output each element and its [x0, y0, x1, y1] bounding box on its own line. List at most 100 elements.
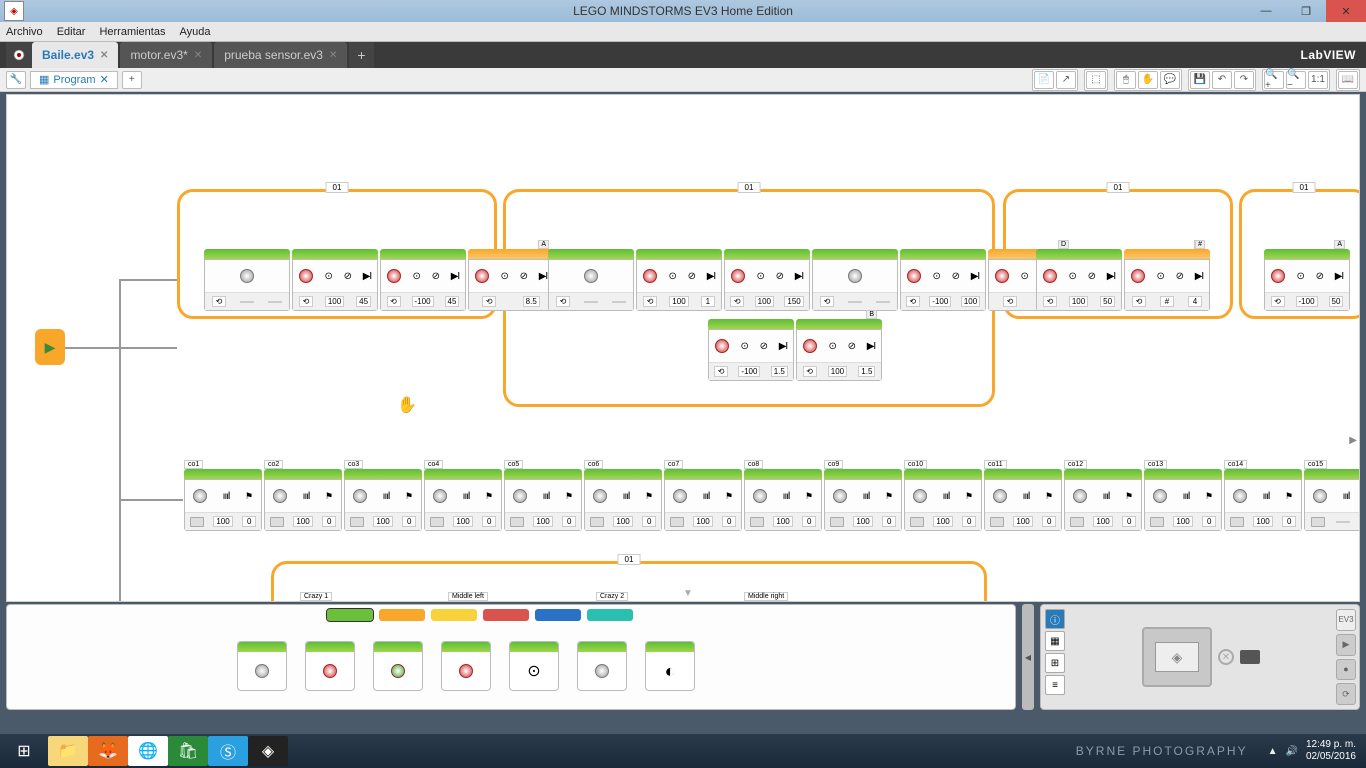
value[interactable] [1336, 521, 1350, 523]
folder-icon[interactable] [190, 517, 204, 527]
value[interactable]: # [1160, 296, 1174, 307]
value[interactable]: 45 [356, 296, 371, 307]
mode-icon[interactable]: ⟲ [906, 296, 920, 307]
value[interactable]: 100 [853, 516, 872, 527]
mode-icon[interactable]: ⟲ [643, 296, 657, 307]
start-block[interactable] [35, 329, 65, 365]
value[interactable]: 0 [1282, 516, 1296, 527]
add-project-tab[interactable]: + [349, 42, 373, 68]
port-label[interactable]: A [538, 240, 549, 249]
program-block[interactable]: ⟲ [812, 249, 898, 311]
program-block[interactable]: co11ıııl⚑1000 [984, 469, 1062, 531]
properties-button[interactable]: 🔧 [6, 71, 26, 89]
brick-tab[interactable]: ⊞ [1045, 653, 1065, 673]
value[interactable]: 45 [445, 296, 460, 307]
tab-close-icon[interactable]: ✕ [100, 50, 108, 61]
value[interactable]: 0 [1042, 516, 1056, 527]
value[interactable]: 100 [1253, 516, 1272, 527]
run-button[interactable]: ▶ [1336, 634, 1356, 656]
folder-icon[interactable] [350, 517, 364, 527]
toolbar-button[interactable]: ↗ [1056, 71, 1076, 89]
tab-close-icon[interactable]: ✕ [329, 50, 337, 61]
program-block[interactable]: co15ıııl⚑ [1304, 469, 1360, 531]
program-block[interactable]: Middle left▦✎xy [448, 601, 520, 602]
folder-icon[interactable] [1311, 517, 1325, 527]
start-button[interactable]: ⊞ [4, 736, 44, 766]
program-block[interactable]: ▦✎0.1 [818, 601, 890, 602]
palette-block[interactable] [441, 641, 491, 691]
value[interactable]: 100 [613, 516, 632, 527]
tab-close-icon[interactable]: ✕ [194, 50, 202, 61]
value[interactable] [240, 301, 254, 303]
program-tab[interactable]: ▦ Program ✕ [30, 71, 118, 89]
value[interactable]: 100 [961, 296, 980, 307]
program-block[interactable]: co6ıııl⚑1000 [584, 469, 662, 531]
value[interactable]: 100 [1069, 296, 1088, 307]
palette-block[interactable] [373, 641, 423, 691]
toolbar-button[interactable]: 🔍− [1286, 71, 1306, 89]
value[interactable] [268, 301, 282, 303]
program-block[interactable]: B⊙⊘▶I⟲-1001.5 [708, 319, 794, 381]
taskbar-app[interactable]: 🌐 [128, 736, 168, 766]
program-block[interactable]: co9ıııl⚑1000 [824, 469, 902, 531]
value[interactable]: -100 [738, 366, 760, 377]
program-block[interactable]: D⊙⊘▶I⟲-100100 [900, 249, 986, 311]
program-block[interactable]: co10ıııl⚑1000 [904, 469, 982, 531]
palette-tab[interactable] [431, 609, 477, 621]
value[interactable]: 100 [1093, 516, 1112, 527]
value[interactable]: 0 [802, 516, 816, 527]
program-block[interactable]: #⊙⊘▶I⟲#4 [1124, 249, 1210, 311]
mode-icon[interactable]: ⟲ [714, 366, 728, 377]
brick-tab[interactable]: ⓘ [1045, 609, 1065, 629]
mode-icon[interactable]: ⟲ [387, 296, 401, 307]
value[interactable]: 100 [533, 516, 552, 527]
value[interactable]: 50 [1100, 296, 1115, 307]
value[interactable] [848, 301, 862, 303]
mode-icon[interactable]: ⟲ [1043, 296, 1057, 307]
value[interactable]: -100 [412, 296, 434, 307]
mode-icon[interactable]: ⟲ [482, 296, 496, 307]
value[interactable]: 0 [1202, 516, 1216, 527]
folder-icon[interactable] [990, 517, 1004, 527]
program-block[interactable]: ⟲ [204, 249, 290, 311]
value[interactable] [612, 301, 626, 303]
value[interactable]: 100 [755, 296, 774, 307]
value[interactable]: 100 [933, 516, 952, 527]
palette-block[interactable]: ⊙ [509, 641, 559, 691]
mode-icon[interactable]: ⟲ [212, 296, 226, 307]
value[interactable]: 100 [1173, 516, 1192, 527]
program-block[interactable]: Crazy 1▦✎xy [300, 601, 372, 602]
program-block[interactable]: ▦✎0.1 [522, 601, 594, 602]
value[interactable]: 100 [293, 516, 312, 527]
program-block[interactable]: A⊙⊘▶I⟲10050 [1036, 249, 1122, 311]
mode-icon[interactable]: ⟲ [1271, 296, 1285, 307]
program-block[interactable]: co2ıııl⚑1000 [264, 469, 342, 531]
brick-tab[interactable]: ≡ [1045, 675, 1065, 695]
palette-tab[interactable] [535, 609, 581, 621]
port-label[interactable]: # [1195, 240, 1205, 249]
program-block[interactable]: co3ıııl⚑1000 [344, 469, 422, 531]
value[interactable]: 0 [482, 516, 496, 527]
value[interactable]: 0 [722, 516, 736, 527]
toolbar-button[interactable]: 🔍+ [1264, 71, 1284, 89]
value[interactable]: 0 [1122, 516, 1136, 527]
program-block[interactable]: co4ıııl⚑1000 [424, 469, 502, 531]
value[interactable]: 0 [322, 516, 336, 527]
palette-tab[interactable] [483, 609, 529, 621]
program-block[interactable]: ▦✎104 [892, 601, 964, 602]
mode-icon[interactable]: ⟲ [1132, 296, 1146, 307]
program-block[interactable]: A⊙⊘▶I⟲-10050 [1264, 249, 1350, 311]
port-label[interactable]: D [1058, 240, 1069, 249]
program-block[interactable]: co5ıııl⚑1000 [504, 469, 582, 531]
taskbar-app[interactable]: 📁 [48, 736, 88, 766]
palette-block[interactable] [237, 641, 287, 691]
port-label[interactable]: A [1334, 240, 1345, 249]
value[interactable]: 100 [373, 516, 392, 527]
program-block[interactable]: ⟲ [548, 249, 634, 311]
tray-volume-icon[interactable]: 🔊 [1285, 746, 1297, 757]
palette-tab[interactable] [587, 609, 633, 621]
toolbar-button[interactable]: 1:1 [1308, 71, 1328, 89]
program-block[interactable]: co7ıııl⚑1000 [664, 469, 742, 531]
value[interactable]: 50 [1329, 296, 1344, 307]
value[interactable]: 0 [642, 516, 656, 527]
